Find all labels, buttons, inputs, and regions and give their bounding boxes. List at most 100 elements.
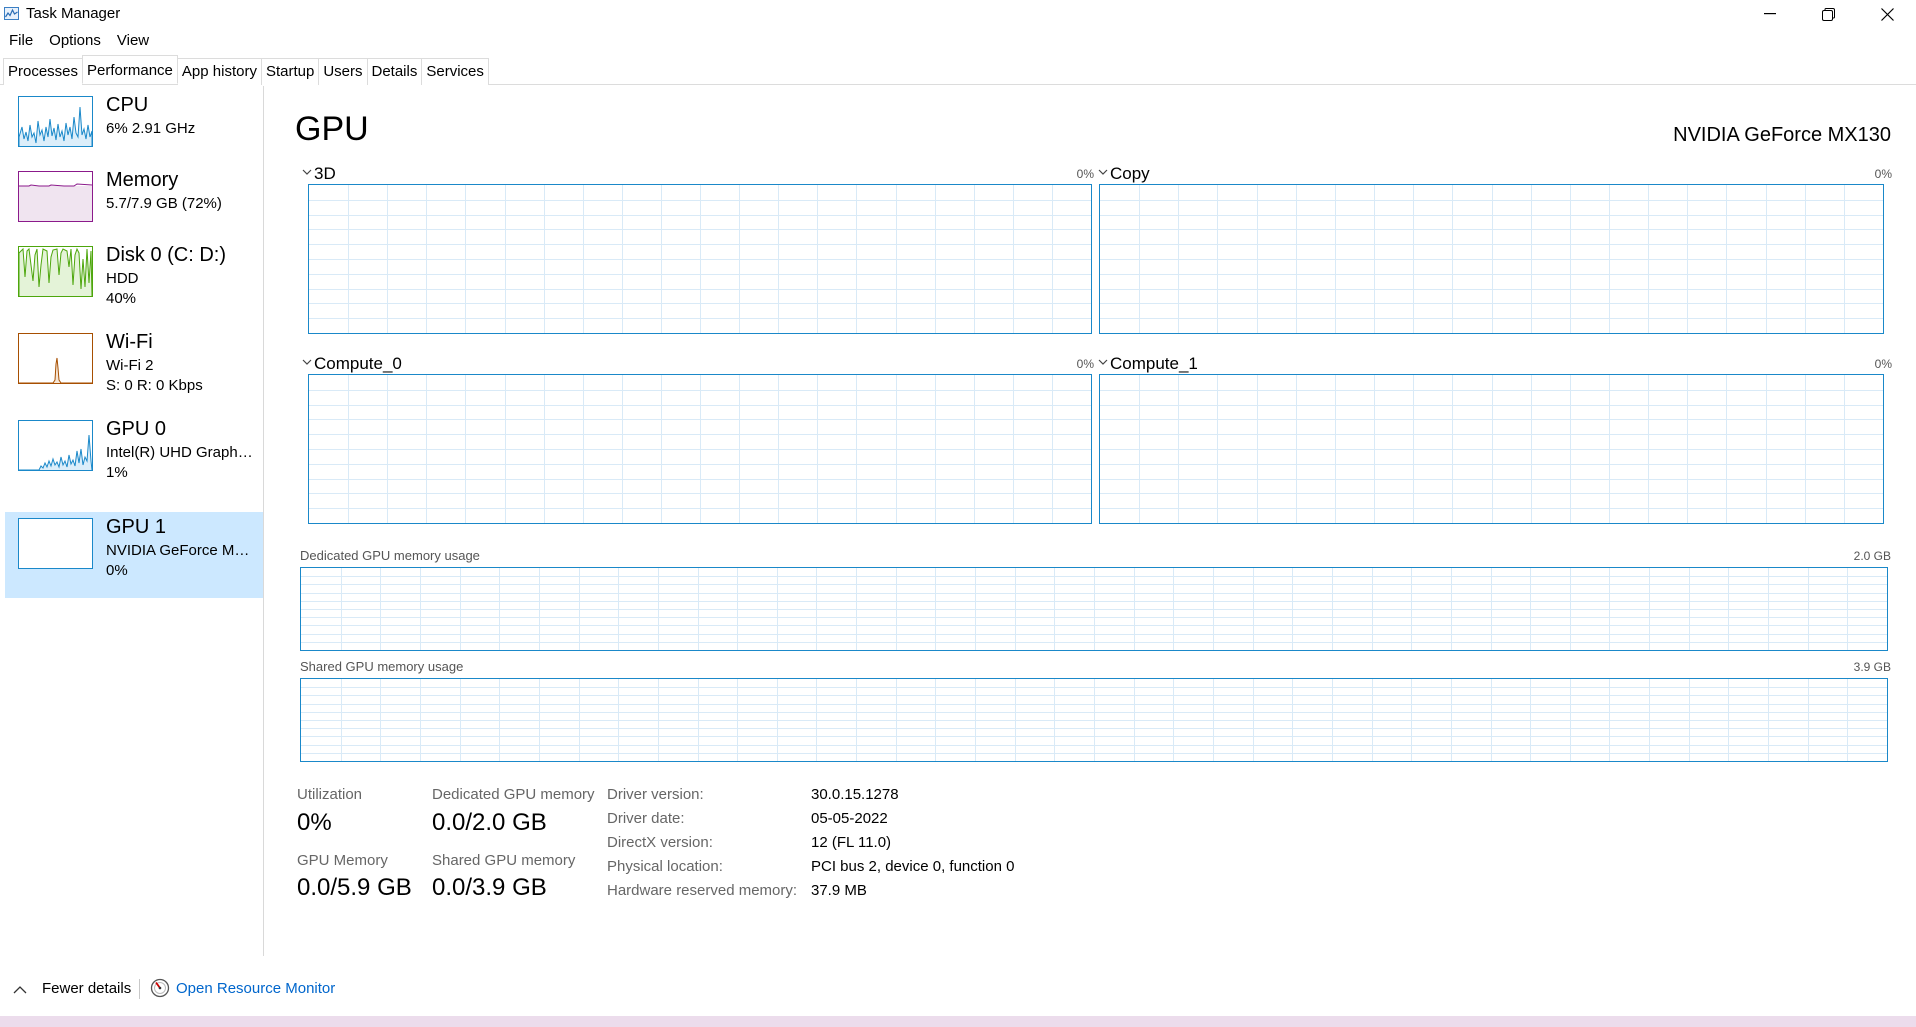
engine-compute-0-label: Compute_0: [314, 354, 402, 373]
engine-3d-header[interactable]: 3D 0%: [302, 164, 1094, 183]
tab-bar: Processes Performance App history Startu…: [0, 55, 1916, 85]
engine-copy-percent: 0%: [1874, 167, 1892, 181]
menu-options[interactable]: Options: [41, 30, 109, 52]
gpu0-thumbnail-graph: [18, 420, 93, 471]
dedicated-memory-graph: [300, 567, 1888, 651]
sidebar-wifi-throughput: S: 0 R: 0 Kbps: [106, 377, 203, 394]
sidebar-memory-detail: 5.7/7.9 GB (72%): [106, 195, 222, 212]
shared-gpu-memory-label: Shared GPU memory: [432, 852, 576, 869]
sidebar-gpu0-usage: 1%: [106, 464, 128, 481]
gpu-memory-label: GPU Memory: [297, 852, 388, 869]
engine-copy-graph: [1099, 184, 1884, 334]
tab-performance[interactable]: Performance: [82, 55, 178, 84]
shared-memory-graph-label: Shared GPU memory usage: [300, 659, 464, 674]
cpu-thumbnail-graph: [18, 96, 93, 147]
memory-thumbnail-graph: [18, 171, 93, 222]
close-icon: [1880, 7, 1894, 21]
gpu-memory-value: 0.0/5.9 GB: [297, 874, 412, 901]
window-title: Task Manager: [26, 5, 121, 22]
shared-memory-graph: [300, 678, 1888, 762]
sidebar-gpu1-usage: 0%: [106, 562, 128, 579]
dedicated-memory-graph-label: Dedicated GPU memory usage: [300, 548, 480, 563]
engine-compute-1-label: Compute_1: [1110, 354, 1198, 373]
engine-compute-0-header[interactable]: Compute_0 0%: [302, 354, 1094, 373]
disk-thumbnail-graph: [18, 246, 93, 297]
resource-monitor-icon[interactable]: [150, 978, 170, 998]
shared-gpu-memory-value: 0.0/3.9 GB: [432, 874, 547, 901]
page-title: GPU: [295, 110, 369, 148]
open-resource-monitor-link[interactable]: Open Resource Monitor: [176, 980, 335, 997]
shared-memory-graph-max: 3.9 GB: [1853, 660, 1891, 674]
taskbar-edge: [0, 1016, 1916, 1027]
sidebar-disk-usage: 40%: [106, 290, 137, 307]
chevron-down-icon: [302, 169, 312, 175]
engine-copy: Copy 0%: [1098, 164, 1892, 334]
menu-view[interactable]: View: [109, 30, 157, 52]
close-button[interactable]: [1858, 0, 1916, 28]
engine-3d-graph: [308, 184, 1092, 334]
footer-divider: [139, 979, 140, 999]
engine-copy-header[interactable]: Copy 0%: [1098, 164, 1892, 183]
sidebar-item-disk[interactable]: Disk 0 (C: D:) HDD 40%: [5, 240, 263, 326]
engine-copy-label: Copy: [1110, 164, 1150, 183]
chevron-down-icon: [1098, 359, 1108, 365]
utilization-label: Utilization: [297, 786, 363, 803]
sidebar-cpu-title: CPU: [106, 94, 149, 116]
engine-3d-label: 3D: [314, 164, 336, 183]
gpu-device-name: NVIDIA GeForce MX130: [1673, 124, 1891, 146]
reserved-memory-label: Hardware reserved memory:: [607, 882, 798, 899]
sidebar-gpu0-title: GPU 0: [106, 418, 167, 440]
footer-bar: Fewer details Open Resource Monitor: [0, 968, 1916, 1012]
physical-location-label: Physical location:: [607, 858, 723, 875]
engine-compute-1: Compute_1 0%: [1098, 354, 1892, 524]
driver-version-value: 30.0.15.1278: [811, 786, 899, 803]
sidebar-wifi-adapter: Wi-Fi 2: [106, 357, 154, 374]
restore-button[interactable]: [1799, 0, 1857, 28]
sidebar-disk-type: HDD: [106, 270, 139, 287]
sidebar-item-wifi[interactable]: Wi-Fi Wi-Fi 2 S: 0 R: 0 Kbps: [5, 327, 263, 413]
sidebar-item-gpu0[interactable]: GPU 0 Intel(R) UHD Graphics 620 1%: [5, 414, 263, 500]
engine-3d: 3D 0%: [302, 164, 1094, 334]
menu-bar: File Options View: [0, 30, 157, 52]
engine-3d-percent: 0%: [1076, 167, 1094, 181]
gpu-detail-panel: GPU NVIDIA GeForce MX130 3D 0% Copy 0% C…: [265, 86, 1916, 956]
sidebar-memory-title: Memory: [106, 169, 179, 191]
sidebar-gpu1-model: NVIDIA GeForce MX130: [106, 542, 256, 559]
engine-compute-1-graph: [1099, 374, 1884, 524]
chevron-down-icon: [1098, 169, 1108, 175]
sidebar-gpu1-title: GPU 1: [106, 516, 167, 538]
fewer-details-button[interactable]: Fewer details: [42, 980, 131, 997]
directx-version-label: DirectX version:: [607, 834, 713, 851]
sidebar-item-cpu[interactable]: CPU 6% 2.91 GHz: [5, 90, 263, 176]
menu-file[interactable]: File: [0, 30, 41, 52]
tab-users[interactable]: Users: [318, 58, 368, 85]
driver-date-value: 05-05-2022: [811, 810, 888, 827]
sidebar-item-gpu1[interactable]: GPU 1 NVIDIA GeForce MX130 0%: [5, 512, 263, 598]
minimize-button[interactable]: [1741, 0, 1799, 28]
wifi-thumbnail-graph: [18, 333, 93, 384]
title-bar[interactable]: Task Manager: [0, 0, 1916, 28]
engine-compute-0-percent: 0%: [1076, 357, 1094, 371]
sidebar-item-memory[interactable]: Memory 5.7/7.9 GB (72%): [5, 165, 263, 251]
restore-icon: [1821, 7, 1835, 21]
tab-processes[interactable]: Processes: [3, 58, 84, 85]
sidebar-cpu-detail: 6% 2.91 GHz: [106, 120, 196, 137]
engine-compute-1-percent: 0%: [1874, 357, 1892, 371]
tab-services[interactable]: Services: [421, 58, 489, 85]
sidebar-gpu0-model: Intel(R) UHD Graphics 620: [106, 444, 256, 461]
tab-app-history[interactable]: App history: [176, 58, 262, 85]
dedicated-memory-graph-max: 2.0 GB: [1853, 549, 1891, 563]
tab-details[interactable]: Details: [366, 58, 423, 85]
reserved-memory-value: 37.9 MB: [811, 882, 867, 899]
engine-compute-1-header[interactable]: Compute_1 0%: [1098, 354, 1892, 373]
dedicated-gpu-memory-label: Dedicated GPU memory: [432, 786, 595, 803]
directx-version-value: 12 (FL 11.0): [811, 834, 892, 851]
sidebar-disk-title: Disk 0 (C: D:): [106, 244, 226, 266]
gpu1-thumbnail-graph: [18, 518, 93, 569]
driver-date-label: Driver date:: [607, 810, 685, 827]
minimize-icon: [1764, 13, 1776, 15]
tab-startup[interactable]: Startup: [260, 58, 320, 85]
driver-version-label: Driver version:: [607, 786, 704, 803]
chevron-up-icon[interactable]: [13, 985, 27, 994]
task-manager-icon: [4, 7, 19, 20]
